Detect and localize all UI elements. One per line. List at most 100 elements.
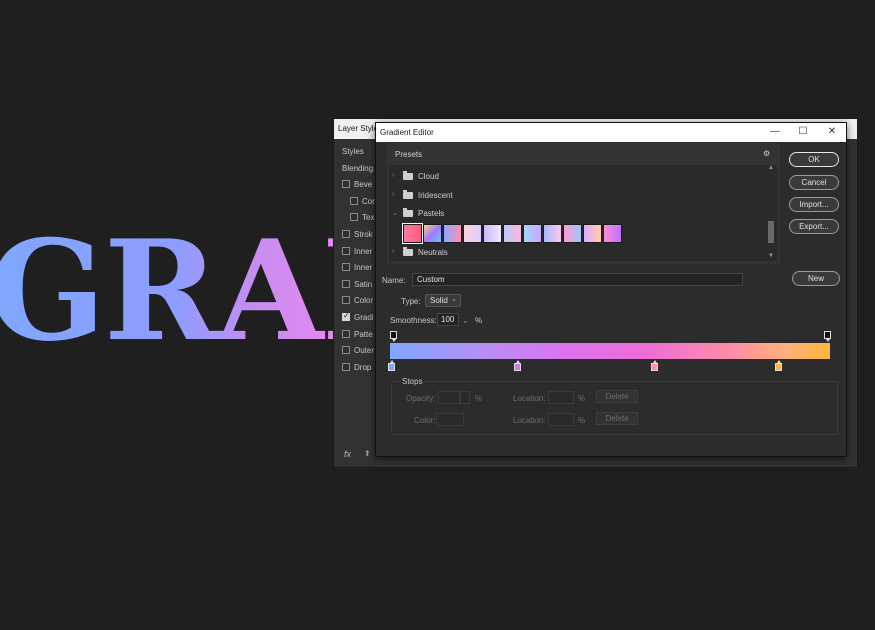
gradient-swatch[interactable] xyxy=(483,224,502,243)
checkbox[interactable] xyxy=(342,263,350,272)
checkbox[interactable] xyxy=(342,296,350,305)
gradient-swatch[interactable] xyxy=(543,224,562,243)
opacity-stop-right[interactable] xyxy=(824,331,831,342)
type-label: Type: xyxy=(401,297,421,306)
delete-opacity-stop-button[interactable]: Delete xyxy=(596,390,638,403)
folder-name: Cloud xyxy=(418,172,439,181)
type-select[interactable]: Solid ⌄ xyxy=(425,294,461,307)
name-field[interactable]: Custom xyxy=(412,273,743,286)
layer-style-item-label: Blending xyxy=(342,163,374,173)
minimize-icon[interactable]: — xyxy=(768,126,782,137)
preset-list: › Cloud › Iridescent ⌄ Pastels › Neutral… xyxy=(389,165,777,261)
opacity-label: Opacity: xyxy=(406,394,436,403)
opacity-location-field[interactable] xyxy=(548,391,574,404)
checkbox[interactable] xyxy=(342,311,350,321)
delete-color-stop-button[interactable]: Delete xyxy=(596,412,638,425)
color-stop[interactable] xyxy=(388,360,395,371)
gradient-swatch[interactable] xyxy=(443,224,462,243)
layer-style-item[interactable]: Gradi xyxy=(342,311,374,325)
ok-button[interactable]: OK xyxy=(789,152,839,167)
color-stop[interactable] xyxy=(775,360,782,371)
layer-style-item[interactable]: Satin xyxy=(342,279,373,292)
layer-style-item[interactable]: Inner xyxy=(342,263,372,275)
layer-style-item[interactable]: Styles xyxy=(342,147,364,159)
folder-icon xyxy=(403,247,413,256)
preset-folder-neutrals[interactable]: › Neutrals xyxy=(389,245,767,261)
layer-style-item-label: Styles xyxy=(342,147,364,156)
folder-name: Iridescent xyxy=(418,191,453,200)
preset-folder-iridescent[interactable]: › Iridescent xyxy=(389,188,767,204)
new-button[interactable]: New xyxy=(792,271,840,286)
presets-label: Presets xyxy=(395,150,423,159)
layer-style-item[interactable]: Blending xyxy=(342,164,373,176)
scroll-up-icon[interactable]: ▲ xyxy=(767,165,775,171)
opacity-field[interactable] xyxy=(438,391,460,404)
import-button[interactable]: Import... xyxy=(789,197,839,212)
layer-style-item-label: Beve xyxy=(354,180,373,190)
smoothness-unit: % xyxy=(475,316,483,325)
move-up-icon[interactable]: ⬆ xyxy=(364,449,371,458)
gradient-swatch[interactable] xyxy=(583,224,602,243)
preset-folder-pastels[interactable]: ⌄ Pastels xyxy=(389,206,767,222)
fx-icon[interactable]: fx xyxy=(344,449,351,459)
smoothness-field[interactable]: 100 xyxy=(437,313,459,326)
gradient-editor-title: Gradient Editor xyxy=(380,128,434,137)
scroll-down-icon[interactable]: ▼ xyxy=(767,253,775,259)
layer-style-item[interactable]: Inner xyxy=(342,246,372,259)
checkbox[interactable] xyxy=(342,246,350,255)
gradient-editor-titlebar: Gradient Editor — ☐ ✕ xyxy=(376,123,846,142)
gradient-swatch[interactable] xyxy=(463,224,482,243)
layer-style-item[interactable]: Outer xyxy=(342,346,374,358)
type-value: Solid xyxy=(430,296,448,305)
preset-scrollbar[interactable]: ▲ ▼ xyxy=(767,165,775,261)
color-label: Color: xyxy=(414,416,436,425)
opacity-stepper[interactable] xyxy=(460,391,470,404)
close-icon[interactable]: ✕ xyxy=(825,126,839,137)
gradient-swatch[interactable] xyxy=(603,224,622,243)
gradient-bar[interactable] xyxy=(390,343,830,359)
export-button[interactable]: Export... xyxy=(789,219,839,234)
layer-style-item[interactable]: Strok xyxy=(342,230,373,242)
chevron-right-icon[interactable]: › xyxy=(392,248,394,255)
scroll-thumb[interactable] xyxy=(768,221,774,243)
layer-style-item-label: Satin xyxy=(354,279,373,289)
color-swatch-field[interactable] xyxy=(436,413,464,426)
layer-style-item[interactable]: Patte xyxy=(342,329,373,342)
folder-name: Pastels xyxy=(418,209,445,218)
gear-icon[interactable]: ⚙ xyxy=(763,149,770,158)
gradient-swatch[interactable] xyxy=(423,224,442,243)
layer-style-item-label: Tex xyxy=(362,213,375,223)
checkbox[interactable] xyxy=(342,362,350,371)
color-stop[interactable] xyxy=(651,360,658,371)
checkbox[interactable] xyxy=(350,196,358,205)
layer-style-item[interactable]: Tex xyxy=(350,213,374,225)
opacity-stop-left[interactable] xyxy=(390,331,397,342)
color-location-field[interactable] xyxy=(548,413,574,426)
layer-style-item[interactable]: Cor xyxy=(350,196,375,209)
preset-folder-cloud[interactable]: › Cloud xyxy=(389,169,767,185)
gradient-swatch[interactable] xyxy=(523,224,542,243)
layer-style-item[interactable]: Color xyxy=(342,296,373,308)
gradient-swatch[interactable] xyxy=(563,224,582,243)
color-stop[interactable] xyxy=(514,360,521,371)
gradient-swatch[interactable] xyxy=(402,223,423,244)
checkbox[interactable] xyxy=(350,213,358,222)
layer-style-item[interactable]: Drop xyxy=(342,362,371,375)
cancel-button[interactable]: Cancel xyxy=(789,175,839,190)
folder-open-icon xyxy=(403,208,413,217)
checkbox[interactable] xyxy=(342,346,350,355)
chevron-right-icon[interactable]: › xyxy=(392,172,394,179)
opacity-unit: % xyxy=(475,394,483,403)
chevron-down-icon[interactable]: ⌄ xyxy=(392,209,398,217)
checkbox[interactable] xyxy=(342,279,350,288)
folder-name: Neutrals xyxy=(418,248,448,257)
checkbox[interactable] xyxy=(342,180,350,189)
maximize-icon[interactable]: ☐ xyxy=(796,126,810,137)
layer-style-item-label: Color xyxy=(354,296,374,306)
gradient-swatch[interactable] xyxy=(503,224,522,243)
checkbox[interactable] xyxy=(342,230,350,238)
checkbox[interactable] xyxy=(342,329,350,338)
chevron-right-icon[interactable]: › xyxy=(392,191,394,198)
layer-style-item[interactable]: Beve xyxy=(342,180,372,192)
chevron-down-icon[interactable]: ⌄ xyxy=(462,316,469,325)
